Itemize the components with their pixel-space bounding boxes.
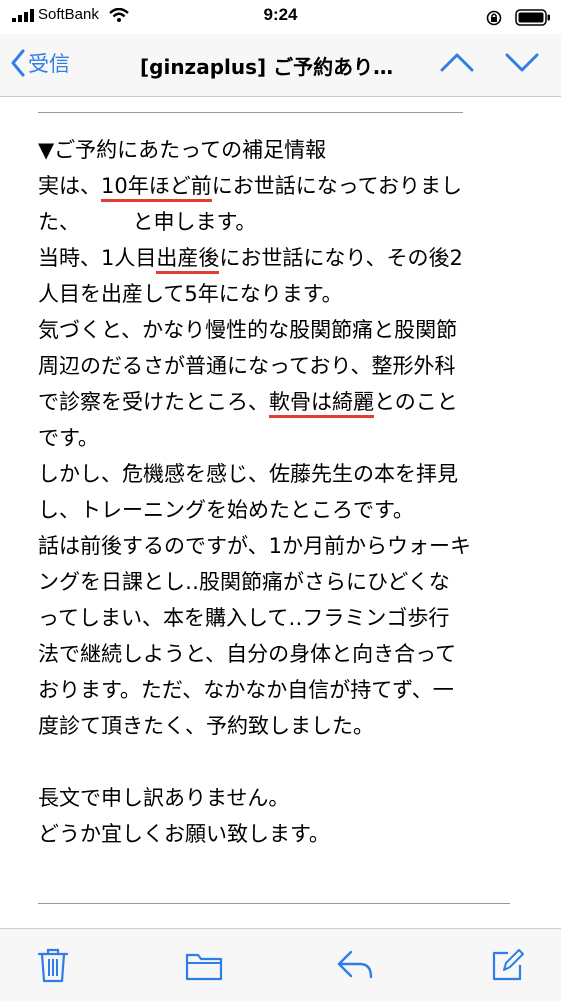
- back-button[interactable]: 受信: [10, 48, 70, 78]
- nav-bar: 受信 [ginzaplus] ご予約あり…: [0, 34, 561, 97]
- trash-icon: [37, 948, 69, 983]
- body-line: た、 と申します。: [38, 210, 257, 234]
- body-line: 当時、1人目出産後にお世話になり、その後2: [38, 240, 528, 276]
- reply-button[interactable]: [336, 949, 374, 985]
- body-line: 法で継続しようと、自分の身体と向き合って: [38, 642, 457, 666]
- battery-icon: [515, 9, 550, 26]
- body-line: ってしまい、本を購入して‥フラミンゴ歩行: [38, 606, 450, 630]
- body-line: で診察を受けたところ、軟骨は綺麗とのこと: [38, 384, 528, 420]
- compose-button[interactable]: [490, 949, 524, 987]
- previous-message-button[interactable]: [440, 52, 474, 76]
- message-subject: [ginzaplus] ご予約あり…: [140, 55, 394, 79]
- text-segment: 実は、: [38, 174, 101, 198]
- highlighted-phrase: 10年ほど前: [101, 174, 212, 202]
- reply-icon: [337, 950, 373, 979]
- message-body: ▼ご予約にあたっての補足情報 実は、10年ほど前にお世話になっておりまし た、 …: [38, 132, 528, 852]
- status-right: [486, 7, 551, 26]
- body-line: 度診て頂きたく、予約致しました。: [38, 714, 374, 738]
- orientation-lock-icon: [486, 10, 502, 25]
- body-line: ングを日課とし‥股関節痛がさらにひどくな: [38, 570, 450, 594]
- body-line: 実は、10年ほど前にお世話になっておりまし: [38, 168, 528, 204]
- body-line: 話は前後するのですが、1か月前からウォーキ: [38, 534, 471, 558]
- chevron-left-icon: [11, 49, 25, 77]
- body-line: 気づくと、かなり慢性的な股関節痛と股関節: [38, 318, 458, 342]
- closing-line: どうか宜しくお願い致します。: [38, 822, 330, 846]
- text-segment: 当時、1人目: [38, 246, 157, 270]
- section-heading: ▼ご予約にあたっての補足情報: [38, 138, 327, 162]
- body-line: しかし、危機感を感じ、佐藤先生の本を拝見: [38, 462, 458, 486]
- back-label: 受信: [28, 53, 70, 76]
- body-line: 人目を出産して5年になります。: [38, 282, 343, 306]
- body-line: 周辺のだるさが普通になっており、整形外科: [38, 354, 456, 378]
- chevron-down-icon: [505, 53, 539, 72]
- chevron-up-icon: [440, 53, 474, 72]
- closing-line: 長文で申し訳ありません。: [38, 786, 290, 810]
- compose-icon: [492, 949, 524, 981]
- divider-bottom: [38, 903, 510, 904]
- text-segment: とのこと: [374, 390, 458, 414]
- body-line: です。: [38, 426, 99, 450]
- status-time: 9:24: [263, 5, 298, 24]
- text-segment: で診察を受けたところ、: [38, 390, 269, 414]
- delete-button[interactable]: [37, 947, 69, 987]
- bottom-toolbar: [0, 928, 561, 1001]
- highlighted-phrase: 軟骨は綺麗: [269, 390, 374, 418]
- body-line: おります。ただ、なかなか自信が持てず、一: [38, 678, 454, 702]
- folder-icon: [185, 953, 223, 981]
- next-message-button[interactable]: [505, 52, 539, 76]
- divider-top: [38, 112, 463, 113]
- text-segment: にお世話になっておりまし: [211, 174, 463, 198]
- highlighted-phrase: 出産後: [156, 246, 220, 274]
- move-to-folder-button[interactable]: [185, 951, 223, 985]
- body-line: し、トレーニングを始めたところです。: [38, 498, 414, 522]
- text-segment: にお世話になり、その後2: [219, 246, 463, 270]
- status-bar: SoftBank 9:24: [0, 0, 561, 34]
